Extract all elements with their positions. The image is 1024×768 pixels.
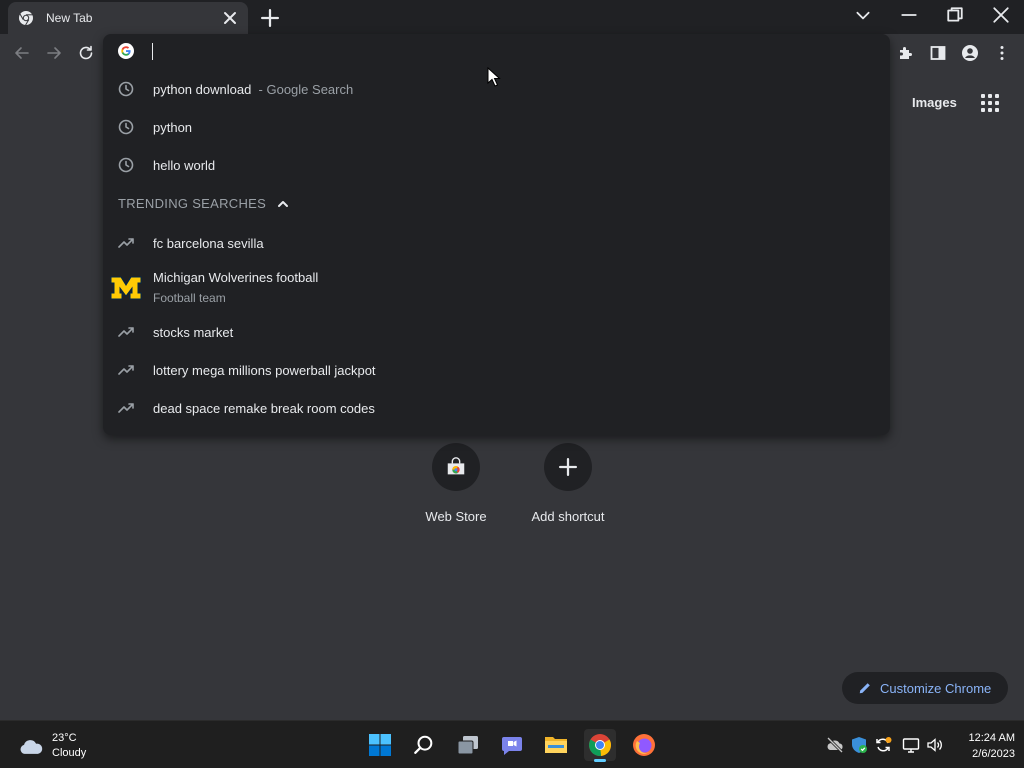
chrome-icon bbox=[588, 734, 612, 757]
security-shield-icon[interactable] bbox=[850, 736, 868, 754]
tab-search-icon[interactable] bbox=[840, 0, 886, 30]
trending-dead-space[interactable]: dead space remake break room codes bbox=[103, 389, 890, 427]
menu-icon[interactable] bbox=[990, 41, 1014, 65]
omnibox-input[interactable] bbox=[155, 40, 755, 64]
chat-icon bbox=[502, 737, 522, 755]
trending-text: stocks market bbox=[153, 324, 234, 340]
trending-icon bbox=[118, 238, 134, 248]
task-view-icon bbox=[457, 736, 478, 755]
web-store-icon bbox=[432, 443, 480, 491]
suggestion-python[interactable]: python bbox=[103, 108, 890, 146]
windows-icon bbox=[369, 734, 391, 756]
teams-chat-button[interactable] bbox=[496, 729, 528, 761]
michigan-logo-icon bbox=[110, 276, 142, 300]
trending-stocks-market[interactable]: stocks market bbox=[103, 313, 890, 351]
tab-new-tab[interactable]: New Tab bbox=[8, 2, 248, 34]
tab-strip: New Tab bbox=[0, 0, 1024, 34]
trending-lottery[interactable]: lottery mega millions powerball jackpot bbox=[103, 351, 890, 389]
shortcut-label: Web Store bbox=[425, 509, 487, 524]
trending-header-label: TRENDING SEARCHES bbox=[118, 196, 267, 211]
customize-chrome-button[interactable]: Customize Chrome bbox=[842, 672, 1008, 704]
clock[interactable]: 12:24 AM 2/6/2023 bbox=[955, 730, 1015, 762]
clock-date: 2/6/2023 bbox=[972, 748, 1015, 760]
weather-temp: 23°C bbox=[52, 732, 77, 744]
firefox-button[interactable] bbox=[628, 729, 660, 761]
history-icon bbox=[118, 157, 134, 173]
volume-icon[interactable] bbox=[926, 736, 944, 754]
customize-label: Customize Chrome bbox=[880, 680, 992, 696]
images-link[interactable]: Images bbox=[912, 95, 957, 110]
taskbar: 23°C Cloudy 12:24 AM 2/6/2023 bbox=[0, 720, 1024, 768]
network-icon[interactable] bbox=[902, 736, 920, 754]
active-indicator bbox=[594, 759, 606, 762]
trending-text: Michigan Wolverines football bbox=[153, 270, 319, 285]
shortcut-label: Add shortcut bbox=[531, 509, 605, 524]
trending-fc-barcelona-sevilla[interactable]: fc barcelona sevilla bbox=[103, 224, 890, 262]
history-icon bbox=[118, 119, 134, 135]
plus-icon bbox=[544, 443, 592, 491]
search-button[interactable] bbox=[408, 729, 440, 761]
trending-icon bbox=[118, 365, 134, 375]
minimize-button[interactable] bbox=[886, 0, 932, 30]
new-tab-button[interactable] bbox=[259, 7, 281, 29]
forward-button[interactable] bbox=[42, 41, 66, 65]
reload-button[interactable] bbox=[74, 41, 98, 65]
sync-icon[interactable] bbox=[874, 736, 892, 754]
trending-searches-header: TRENDING SEARCHES bbox=[118, 196, 290, 211]
suggestion-text: python download - Google Search bbox=[153, 81, 354, 97]
restore-button[interactable] bbox=[932, 0, 978, 30]
tab-title: New Tab bbox=[46, 11, 93, 25]
trending-subtitle: Football team bbox=[153, 291, 226, 305]
suggestion-text: hello world bbox=[153, 157, 216, 173]
text-caret bbox=[152, 43, 153, 60]
trending-michigan-wolverines[interactable]: Michigan Wolverines football Football te… bbox=[103, 264, 890, 310]
google-icon bbox=[118, 43, 134, 59]
start-button[interactable] bbox=[364, 729, 396, 761]
profile-icon[interactable] bbox=[958, 41, 982, 65]
tab-close-icon[interactable] bbox=[222, 10, 238, 26]
pencil-icon bbox=[859, 683, 870, 694]
shortcut-web-store[interactable]: Web Store bbox=[406, 443, 506, 524]
suggestion-hello-world[interactable]: hello world bbox=[103, 146, 890, 184]
cloud-icon bbox=[20, 739, 43, 754]
firefox-icon bbox=[633, 734, 655, 756]
weather-condition: Cloudy bbox=[52, 747, 87, 759]
clock-time: 12:24 AM bbox=[968, 732, 1015, 744]
trending-icon bbox=[118, 403, 134, 413]
close-window-button[interactable] bbox=[978, 0, 1024, 30]
suggestion-text: python bbox=[153, 119, 193, 135]
trending-text: fc barcelona sevilla bbox=[153, 235, 264, 251]
task-view-button[interactable] bbox=[452, 729, 484, 761]
trending-icon bbox=[118, 327, 134, 337]
extensions-icon[interactable] bbox=[894, 41, 918, 65]
weather-widget[interactable]: 23°C Cloudy bbox=[18, 731, 86, 761]
trending-text: lottery mega millions powerball jackpot bbox=[153, 362, 376, 378]
file-explorer-button[interactable] bbox=[540, 729, 572, 761]
onedrive-off-icon[interactable] bbox=[826, 736, 844, 754]
chrome-taskbar-button[interactable] bbox=[584, 729, 616, 762]
search-icon bbox=[414, 735, 433, 754]
google-apps-icon[interactable] bbox=[979, 92, 1001, 114]
folder-icon bbox=[545, 737, 567, 753]
chrome-icon bbox=[18, 10, 34, 26]
trending-text: dead space remake break room codes bbox=[153, 400, 375, 416]
back-button[interactable] bbox=[10, 41, 34, 65]
side-panel-icon[interactable] bbox=[926, 41, 950, 65]
chevron-up-icon[interactable] bbox=[276, 197, 290, 211]
omnibox-dropdown: python download - Google Search python h… bbox=[103, 34, 890, 435]
history-icon bbox=[118, 81, 134, 97]
shortcut-add[interactable]: Add shortcut bbox=[518, 443, 618, 524]
mouse-cursor-icon bbox=[487, 67, 501, 87]
